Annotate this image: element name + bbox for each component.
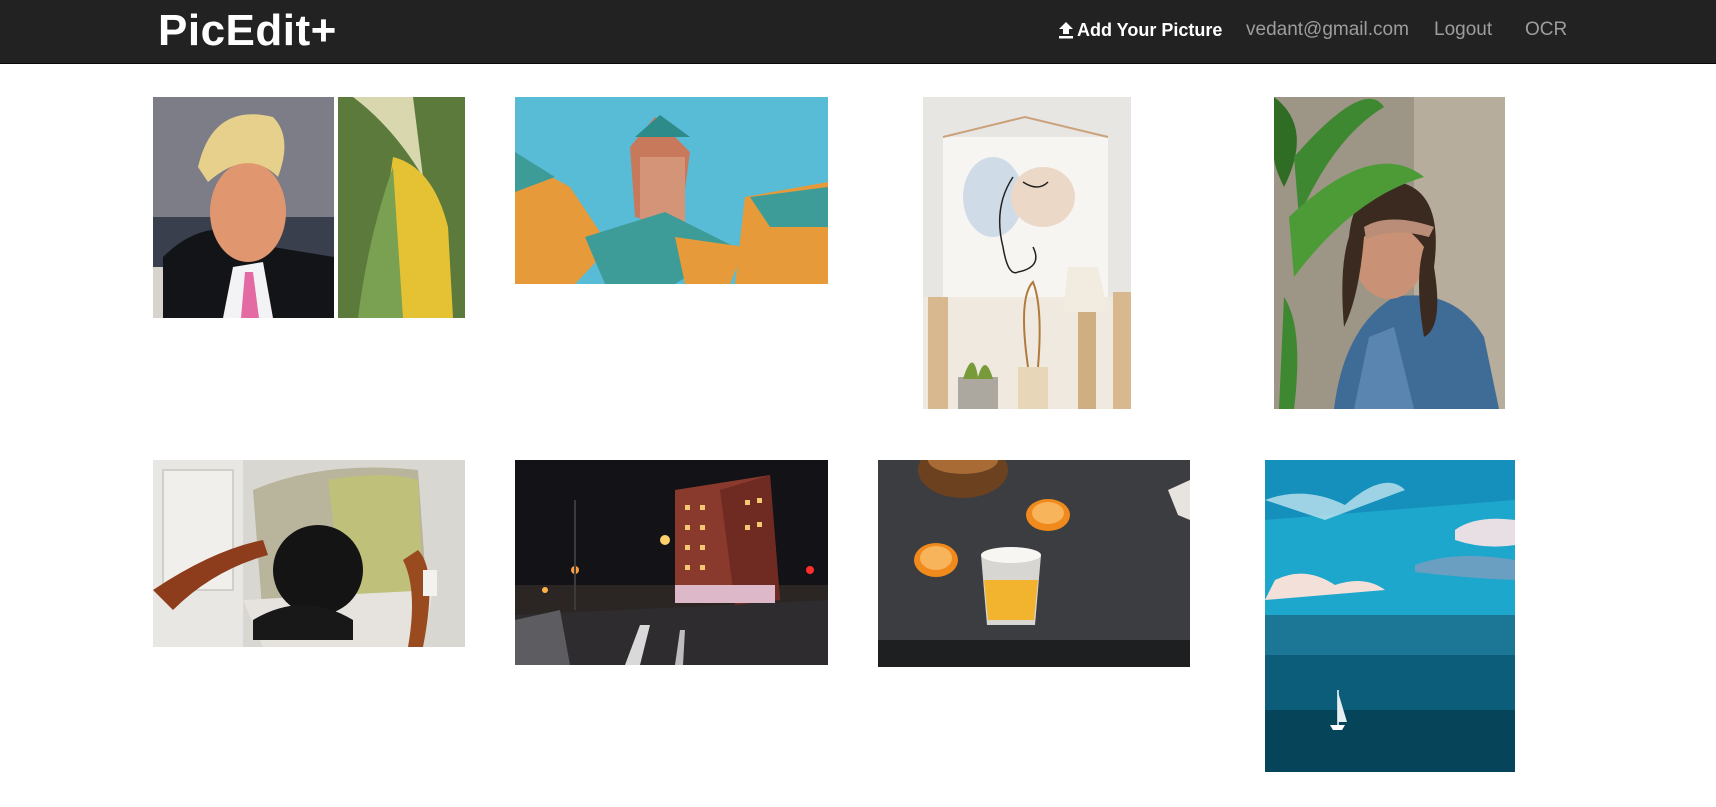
gallery-photo-man-corn[interactable] <box>153 97 465 318</box>
upload-icon <box>1059 22 1073 39</box>
brand-logo[interactable]: PicEdit+ <box>158 7 337 55</box>
add-picture-link[interactable]: Add Your Picture <box>1057 18 1222 42</box>
logout-link[interactable]: Logout <box>1434 18 1492 42</box>
add-picture-label: Add Your Picture <box>1077 20 1223 40</box>
ocr-link[interactable]: OCR <box>1525 18 1567 42</box>
top-navbar: PicEdit+ Add Your Picture vedant@gmail.c… <box>0 0 1716 64</box>
gallery-photo-pug[interactable] <box>153 460 465 647</box>
gallery-photo-cube-houses[interactable] <box>515 97 828 284</box>
gallery-photo-line-art-poster[interactable] <box>923 97 1131 409</box>
gallery-photo-orange-juice[interactable] <box>878 460 1190 667</box>
gallery-photo-woman-palm[interactable] <box>1274 97 1505 409</box>
gallery-photo-sailboat-ocean[interactable] <box>1265 460 1515 772</box>
user-email-link[interactable]: vedant@gmail.com <box>1246 18 1409 42</box>
gallery-photo-night-street[interactable] <box>515 460 828 665</box>
